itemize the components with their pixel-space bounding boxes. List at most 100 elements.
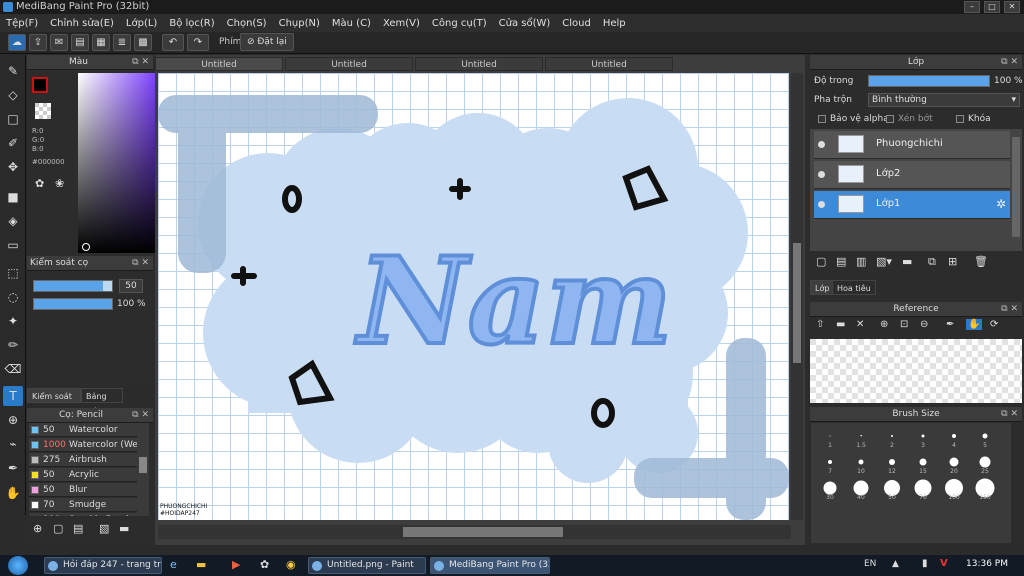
clipping-checkbox[interactable] [886, 115, 894, 123]
layer-row-lop1[interactable]: Lớp1 ✲ [814, 191, 1010, 219]
brush-size-option[interactable]: 15 [908, 453, 938, 475]
panel-controls-icon[interactable]: ⧉ ✕ [132, 408, 149, 423]
menu-cloud[interactable]: Cloud [556, 18, 597, 29]
eyedropper-icon[interactable]: ✒ [946, 319, 954, 330]
brush-size-option[interactable]: 100 [939, 478, 969, 501]
rect-tool-icon[interactable]: □ [3, 109, 23, 129]
media-icon[interactable]: ▶ [232, 558, 240, 571]
language-indicator[interactable]: EN [864, 559, 876, 569]
close-button[interactable]: ✕ [1004, 1, 1020, 13]
brush-size-option[interactable]: 12 [877, 453, 907, 475]
doc-tab-4[interactable]: Untitled [545, 57, 673, 71]
brush-list-scrollbar[interactable] [137, 423, 149, 516]
brush-size-slider[interactable] [33, 280, 113, 292]
horizontal-scroll-thumb[interactable] [403, 527, 563, 537]
tray-up-icon[interactable]: ▲ [892, 559, 899, 569]
menu-color[interactable]: Màu (C) [326, 18, 377, 29]
zoom-in-icon[interactable]: ⊕ [880, 319, 888, 330]
chrome-icon[interactable]: ◉ [286, 558, 296, 571]
magic-wand-tool-icon[interactable]: ✦ [3, 311, 23, 331]
protect-alpha-checkbox[interactable] [818, 115, 826, 123]
close-reference-icon[interactable]: ✕ [856, 319, 864, 330]
app-icon-2[interactable]: ✿ [260, 558, 269, 571]
pipette-tool-icon[interactable]: ✒ [3, 458, 23, 478]
brush-item[interactable]: 70 Smudge [29, 498, 137, 512]
brush-size-option[interactable]: 150 [970, 478, 1000, 501]
undo-icon[interactable]: ↶ [162, 34, 184, 51]
menu-filter[interactable]: Bộ lọc(R) [163, 18, 220, 29]
lock-checkbox[interactable] [956, 115, 964, 123]
brush-size-option[interactable]: 1 [815, 427, 845, 449]
select-rect-tool-icon[interactable]: ⬚ [3, 263, 23, 283]
add-brush-icon[interactable]: ⊕ [33, 522, 42, 535]
rotate-icon[interactable]: ⟳ [990, 319, 998, 330]
document-icon[interactable]: ▤ [71, 34, 89, 51]
brush-menu-icon[interactable]: ▤ [73, 522, 83, 535]
move-tool-icon[interactable]: ✥ [3, 157, 23, 177]
brush-item[interactable]: 50 Acrylic [29, 468, 137, 482]
panel-controls-icon[interactable]: ⧉ ✕ [1001, 302, 1018, 317]
menu-select[interactable]: Chọn(S) [221, 18, 273, 29]
lasso-tool-icon[interactable]: ◌ [3, 287, 23, 307]
brush-size-option[interactable]: 30 [815, 479, 845, 501]
pen-tool-icon[interactable]: ✐ [3, 133, 23, 153]
eraser-tool-icon[interactable]: ◇ [3, 85, 23, 105]
fit-icon[interactable]: ⊡ [900, 319, 908, 330]
brush-size-option[interactable]: 70 [908, 479, 938, 501]
layer-opacity-slider[interactable] [868, 75, 990, 87]
start-button[interactable] [8, 556, 28, 575]
network-icon[interactable]: ▮ [922, 558, 928, 569]
antivirus-icon[interactable]: V [940, 558, 948, 569]
brush-item[interactable]: 50 Blur [29, 483, 137, 497]
new-brush-icon[interactable]: ▢ [53, 522, 63, 535]
drawing-canvas[interactable]: Nam PHUONGCHICHI #HOIDAP247 [158, 73, 789, 520]
operation-tool-icon[interactable]: ⊕ [3, 410, 23, 430]
chat-icon[interactable]: ✉ [50, 34, 68, 51]
gradient-tool-icon[interactable]: ▭ [3, 235, 23, 255]
menu-layer[interactable]: Lớp(L) [120, 18, 163, 29]
layer-scrollbar[interactable] [1012, 137, 1020, 237]
brush-size-option[interactable]: 2 [877, 427, 907, 449]
menu-view[interactable]: Xem(V) [377, 18, 426, 29]
merge-layer-icon[interactable]: ⊞ [948, 255, 957, 268]
trash-icon[interactable]: 🗑 [974, 255, 988, 268]
panel-controls-icon[interactable]: ⧉ ✕ [132, 256, 149, 271]
visibility-icon[interactable] [818, 141, 825, 148]
doc-tab-3[interactable]: Untitled [415, 57, 543, 71]
palette-settings-icon[interactable]: ❀ [55, 177, 64, 190]
brush-size-value[interactable]: 50 [119, 279, 143, 293]
brush-size-option[interactable]: 1.5 [846, 427, 876, 449]
blend-mode-select[interactable]: Bình thường ▾ [868, 93, 1020, 107]
new-halftone-layer-icon[interactable]: ▤ [836, 255, 846, 268]
brush-item[interactable]: 1000 Watercolor (We [29, 438, 137, 452]
menu-file[interactable]: Tệp(F) [0, 18, 44, 29]
brush-folder-icon[interactable]: ▬ [119, 522, 129, 535]
tab-navigator[interactable]: Hoa tiêu [832, 280, 876, 295]
saturation-value-picker[interactable] [78, 73, 158, 253]
brush-size-option[interactable]: 20 [939, 453, 969, 475]
brush-size-option[interactable]: 7 [815, 453, 845, 475]
bucket-tool-icon[interactable]: ◈ [3, 211, 23, 231]
select-eraser-tool-icon[interactable]: ⌫ [3, 359, 23, 379]
dropper-tool-icon[interactable]: ⌁ [3, 434, 23, 454]
menu-snap[interactable]: Chụp(N) [273, 18, 326, 29]
canvas-vertical-scrollbar[interactable] [791, 73, 803, 520]
sv-cursor[interactable] [82, 243, 90, 251]
brush-copy-icon[interactable]: ▧ [99, 522, 109, 535]
task-browser[interactable]: Hỏi đáp 247 - trang tra ... [44, 557, 162, 574]
panel-controls-icon[interactable]: ⧉ ✕ [1001, 407, 1018, 422]
open-folder-icon[interactable]: ▬ [836, 319, 845, 330]
layer-row-phuongchichi[interactable]: Phuongchichi [814, 131, 1010, 159]
new-8bit-layer-icon[interactable]: ▥ [856, 255, 866, 268]
new-layer-icon[interactable]: ▢ [816, 255, 826, 268]
fill-rect-tool-icon[interactable]: ■ [3, 187, 23, 207]
tab-color-palette[interactable]: Bảng màu [81, 388, 123, 416]
brush-tool-icon[interactable]: ✎ [3, 61, 23, 81]
brush-item[interactable]: 275 Airbrush [29, 453, 137, 467]
share-icon[interactable]: ⇪ [29, 34, 47, 51]
brush-size-option[interactable]: 50 [877, 479, 907, 501]
clock[interactable]: 13:36 PM [966, 559, 1008, 569]
brush-size-option[interactable]: 5 [970, 427, 1000, 449]
canvas-horizontal-scrollbar[interactable] [158, 525, 791, 539]
add-layer-menu-icon[interactable]: ▧▾ [876, 255, 892, 268]
